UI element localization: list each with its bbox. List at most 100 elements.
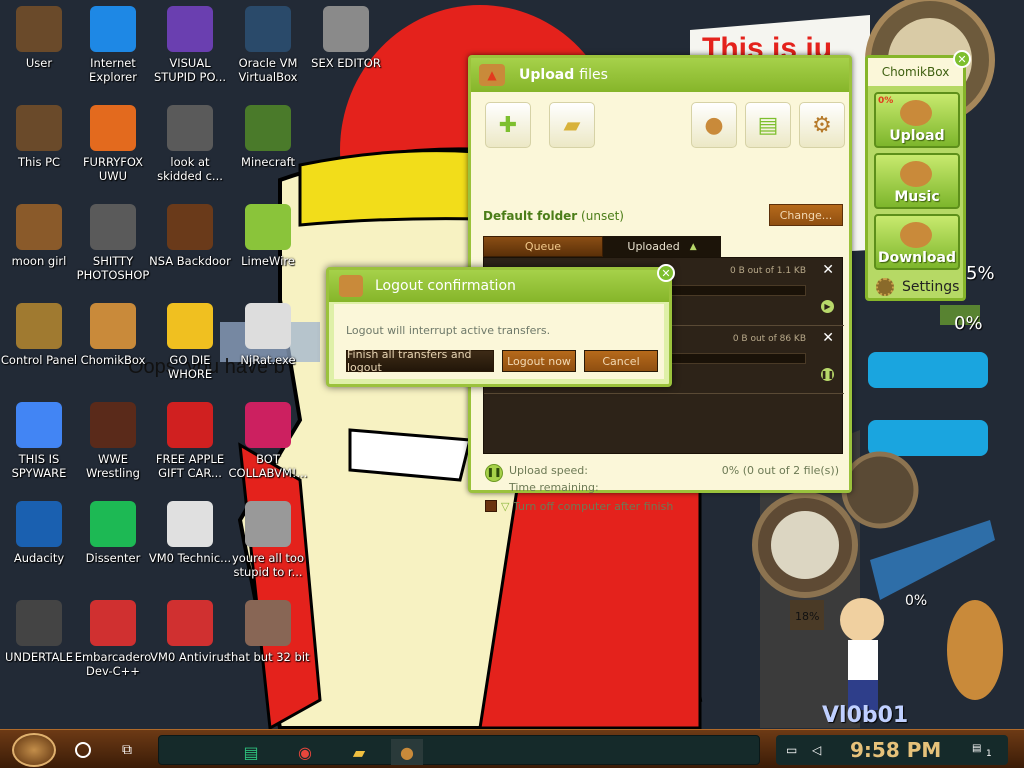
network-icon[interactable]: ▭ (786, 743, 800, 757)
upload-window-titlebar[interactable]: ▲ Upload files (471, 58, 849, 92)
paste-button[interactable]: ▤ (745, 102, 791, 148)
desktop-icon-label: Minecraft (241, 155, 295, 169)
desktop-icon-label: SEX EDITOR (311, 56, 381, 70)
control-panel-icon (16, 303, 62, 349)
desktop-icon-label: WWE Wrestling (86, 452, 140, 480)
desktop-icon-label: NjRat.exe (240, 353, 296, 367)
pause-item-icon[interactable]: ❚❚ (821, 368, 834, 381)
chomikbox-taskbar-icon[interactable]: ● (391, 739, 423, 765)
time-remaining-label: Time remaining: (509, 481, 599, 494)
close-icon[interactable]: ✕ (657, 264, 675, 282)
desktop-icon[interactable]: LimeWire (225, 204, 311, 268)
unity-icon (16, 600, 62, 646)
chrome-taskbar-icon[interactable]: ◉ (289, 739, 321, 765)
file-explorer-taskbar-icon[interactable]: ▰ (343, 739, 375, 765)
desktop-icon[interactable]: Dissenter (70, 501, 156, 565)
desktop-icon[interactable]: VM0 Antivirus (147, 600, 233, 664)
apple-icon (167, 402, 213, 448)
desktop-icon-label: LimeWire (241, 254, 295, 268)
desktop-icon-label: Embarcadero Dev-C++ (74, 650, 152, 678)
chomik-button[interactable]: ● (691, 102, 737, 148)
desktop-icon[interactable]: SEX EDITOR (303, 6, 389, 70)
shortcut-icon (167, 105, 213, 151)
remove-item-icon[interactable]: ✕ (822, 330, 834, 346)
turn-off-label: ▽ Turn off computer after finish (501, 500, 673, 513)
desktop-icon[interactable]: NjRat.exe (225, 303, 311, 367)
virtualbox-icon (245, 6, 291, 52)
logout-confirmation-dialog[interactable]: Logout confirmation ✕ Logout will interr… (326, 264, 675, 387)
desktop-icon[interactable]: Embarcadero Dev-C++ (70, 600, 156, 678)
remove-item-icon[interactable]: ✕ (822, 262, 834, 278)
desktop-icon[interactable]: NSA Backdoor (147, 204, 233, 268)
desktop-icon[interactable]: VM0 Technic... (147, 501, 233, 565)
chomikbox-panel[interactable]: ChomikBox ✕ 0% Upload Music Download Set… (865, 50, 971, 301)
settings-link[interactable]: Settings (876, 278, 959, 296)
logout-dialog-titlebar[interactable]: Logout confirmation (329, 270, 669, 302)
add-folder-button[interactable]: ▰ (549, 102, 595, 148)
hamster-download-icon (900, 222, 932, 248)
pause-all-icon[interactable]: ❚❚ (485, 464, 503, 482)
desktop-icon[interactable]: VISUAL STUPID PO... (147, 6, 233, 84)
upload-speed-label: Upload speed: (509, 464, 588, 477)
hamster-icon: ● (704, 112, 724, 138)
logout-now-button[interactable]: Logout now (502, 350, 576, 372)
turn-off-checkbox[interactable] (485, 500, 497, 512)
tab-queue-label: Queue (524, 240, 562, 253)
tab-uploaded[interactable]: Uploaded ▲ (603, 236, 721, 257)
desktop-icon-label: FURRYFOX UWU (82, 155, 144, 183)
desktop-icon-label: that but 32 bit (226, 650, 310, 664)
desktop-icon[interactable]: Minecraft (225, 105, 311, 169)
desktop-icon[interactable]: FREE APPLE GIFT CAR... (147, 402, 233, 480)
hamster-icon (339, 275, 363, 297)
upload-button[interactable]: 0% Upload (874, 92, 960, 148)
taskbar-apps: ▤ ◉ ▰ ● (158, 735, 760, 765)
taskbar-clock[interactable]: 9:58 PM (850, 738, 941, 762)
volume-icon[interactable]: ◁ (812, 743, 826, 757)
desktop-icon-label: NSA Backdoor (149, 254, 231, 268)
gimp-icon (90, 204, 136, 250)
tab-queue[interactable]: Queue (483, 236, 603, 257)
search-icon[interactable] (75, 742, 91, 758)
desktop-icon[interactable]: WWE Wrestling (70, 402, 156, 480)
notification-count: 1 (986, 749, 992, 759)
desktop-icon[interactable]: youre all too stupid to r... (225, 501, 311, 579)
upload-window-title-rest: files (579, 67, 608, 83)
de-icon (167, 303, 213, 349)
desktop-icon[interactable]: SHITTY PHOTOSHOP (70, 204, 156, 282)
add-file-button[interactable]: ✚ (485, 102, 531, 148)
cancel-button[interactable]: Cancel (584, 350, 658, 372)
desktop-icon-label: Internet Explorer (89, 56, 137, 84)
start-button[interactable] (12, 733, 56, 767)
change-folder-button[interactable]: Change... (769, 204, 843, 226)
doctor-icon (167, 501, 213, 547)
desktop-icon[interactable]: look at skidded c... (147, 105, 233, 183)
transfer-tabs: Queue Uploaded ▲ (483, 236, 843, 257)
add-folder-icon: ▰ (563, 112, 581, 138)
chomikbox-icon (90, 303, 136, 349)
gear-icon: ⚙ (812, 112, 832, 138)
desktop-icon[interactable]: that but 32 bit (225, 600, 311, 664)
desktop-icon[interactable]: Oracle VM VirtualBox (225, 6, 311, 84)
notification-icon[interactable]: ▤ (972, 743, 986, 757)
desktop-icon[interactable]: FURRYFOX UWU (70, 105, 156, 183)
finish-transfers-logout-button[interactable]: Finish all transfers and logout (346, 348, 494, 374)
dissenter-taskbar-icon[interactable]: ▤ (235, 739, 267, 765)
chomikbox-app-icon: ▲ (479, 64, 505, 86)
desktop-icon[interactable]: BOT COLLABVM!... (225, 402, 311, 480)
hamster-upload-icon (900, 100, 932, 126)
desktop-icon[interactable]: Internet Explorer (70, 6, 156, 84)
play-icon[interactable]: ▶ (821, 300, 834, 313)
minecraft-icon (245, 105, 291, 151)
close-icon[interactable]: ✕ (953, 50, 971, 68)
desktop-icon[interactable]: ChomikBox (70, 303, 156, 367)
upload-window-title-bold: Upload (519, 67, 575, 83)
download-button[interactable]: Download (874, 214, 960, 270)
desktop-icon-label: FREE APPLE GIFT CAR... (155, 452, 225, 480)
music-button[interactable]: Music (874, 153, 960, 209)
desktop-icon[interactable]: GO DIE WHORE (147, 303, 233, 381)
music-button-label: Music (894, 189, 940, 205)
task-view-icon[interactable]: ⧉ (122, 742, 140, 758)
taskbar: ⧉ ▤ ◉ ▰ ● ▭ ◁ 9:58 PM ▤ 1 (0, 729, 1024, 768)
folder-icon (167, 204, 213, 250)
settings-button[interactable]: ⚙ (799, 102, 845, 148)
